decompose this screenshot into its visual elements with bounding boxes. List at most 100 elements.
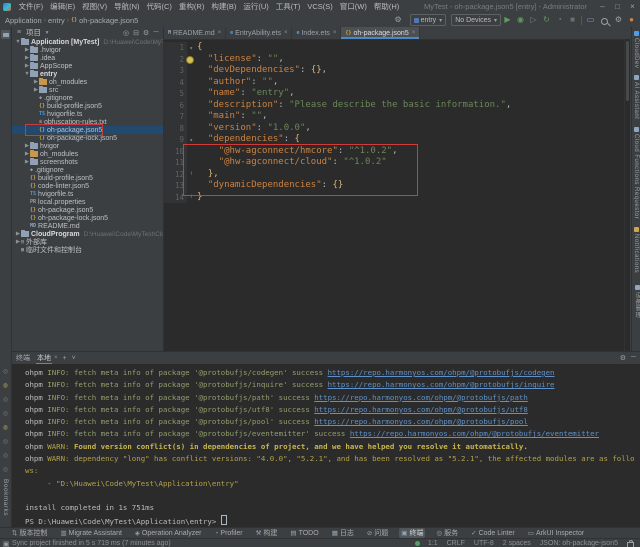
tool-window-button-profiler[interactable]: ◔ Profiler xyxy=(212,528,244,538)
tree-item[interactable]: ▶ oh_modules xyxy=(12,149,163,158)
menu-item[interactable]: 编辑(E) xyxy=(47,1,79,12)
project-panel-title[interactable]: 项目 xyxy=(26,27,41,38)
locate-file-icon[interactable]: ◎ xyxy=(121,29,131,37)
tool-window-button-todo[interactable]: ▤ TODO xyxy=(288,528,320,538)
tree-item[interactable]: ◆ .gitignore xyxy=(12,166,163,174)
tool-window-button-vcs[interactable]: ⇅ 版本控制 xyxy=(10,528,49,538)
attach-debugger-icon[interactable]: ▷ xyxy=(527,13,540,27)
editor-tab[interactable]: e EntryAbility.ets × xyxy=(226,27,293,39)
tree-item[interactable]: {} oh-package.json5 xyxy=(12,206,163,214)
editor-tab[interactable]: M README.md × xyxy=(164,27,227,39)
status-json-schema[interactable]: JSON: oh-package-json5 xyxy=(540,540,618,547)
breadcrumb-item[interactable]: Application xyxy=(5,16,42,25)
terminal-link[interactable]: https://repo.harmonyos.com/ohpm/@protobu… xyxy=(328,380,555,389)
tree-item[interactable]: ▶ oh_modules xyxy=(12,77,163,86)
tree-item[interactable]: MD README.md xyxy=(12,222,163,230)
terminal-settings-icon[interactable]: ⚙ xyxy=(620,354,626,362)
search-everywhere-icon[interactable] xyxy=(601,18,608,25)
tool-window-button-clouddev[interactable]: CloudDev xyxy=(633,31,639,68)
terminal-gutter-icon[interactable]: ◎ xyxy=(2,466,9,473)
tool-window-button-build[interactable]: ⚒ 构建 xyxy=(254,528,280,538)
terminal-gutter-icon[interactable]: ◍ xyxy=(2,382,9,389)
menu-item[interactable]: 运行(U) xyxy=(240,1,272,12)
editor-tab[interactable]: {} oh-package.json5 × xyxy=(341,27,421,39)
close-icon[interactable]: × xyxy=(218,30,222,36)
menu-item[interactable]: VCS(S) xyxy=(304,2,336,11)
tool-window-button-cloud-functions-requestor[interactable]: Cloud Functions Requestor xyxy=(633,127,639,219)
minimize-button[interactable]: – xyxy=(595,2,610,11)
menu-item[interactable]: 文件(F) xyxy=(15,1,47,12)
tool-window-button-migrate[interactable]: ▥ Migrate Assistant xyxy=(58,528,123,538)
tree-item[interactable]: ▶ .hvigor xyxy=(12,45,163,54)
tree-item[interactable]: ▶ screenshots xyxy=(12,157,163,166)
module-selector[interactable]: entry ▾ xyxy=(409,14,447,26)
tool-window-button-linter[interactable]: ✓ Code Linter xyxy=(469,528,517,538)
terminal-link[interactable]: https://repo.harmonyos.com/ohpm/@protobu… xyxy=(314,417,528,426)
tool-window-button-problems[interactable]: ⊘ 问题 xyxy=(365,528,390,538)
terminal-gutter-icon[interactable]: ◎ xyxy=(2,452,9,459)
notifications-icon[interactable]: ● xyxy=(625,13,638,27)
new-session-icon[interactable]: + xyxy=(63,355,67,362)
menu-item[interactable]: 窗口(W) xyxy=(336,1,370,12)
tool-window-button-notifications[interactable]: Notifications xyxy=(633,227,639,273)
menu-item[interactable]: 帮助(H) xyxy=(370,1,402,12)
fold-marker-icon[interactable]: ▾ xyxy=(189,43,193,55)
tree-item[interactable]: {} oh-package-lock.json5 xyxy=(12,214,163,222)
tool-window-toggle-icon[interactable]: ▣ xyxy=(0,540,12,547)
settings-sync-icon[interactable]: ⚙ xyxy=(392,13,405,27)
panel-settings-icon[interactable]: ⚙ xyxy=(141,29,151,37)
tree-item[interactable]: TS hvigorfile.ts xyxy=(12,190,163,198)
bookmarks-stripe-button[interactable]: Bookmarks xyxy=(2,479,9,516)
close-icon[interactable]: × xyxy=(333,30,337,36)
terminal-gutter-icon[interactable]: ◎ xyxy=(2,368,9,375)
project-stripe-button[interactable] xyxy=(1,30,10,39)
collapse-all-icon[interactable]: ⊟ xyxy=(131,29,141,37)
editor-scrollbar[interactable] xyxy=(624,39,630,351)
tree-item[interactable]: ▶ AppScope xyxy=(12,61,163,70)
hide-panel-icon[interactable]: ─ xyxy=(631,354,636,362)
tool-window-button-arkui[interactable]: ▭ ArkUI Inspector xyxy=(526,528,586,538)
terminal-link[interactable]: https://repo.harmonyos.com/ohpm/@protobu… xyxy=(314,393,528,402)
tree-item[interactable]: {} build-profile.json5 xyxy=(12,102,163,110)
terminal-gutter-icon[interactable]: ◎ xyxy=(2,410,9,417)
tree-item[interactable]: ◆ .gitignore xyxy=(12,94,163,102)
tree-item[interactable]: ▦ 临时文件和控制台 xyxy=(12,246,163,255)
close-button[interactable]: × xyxy=(625,2,640,11)
breadcrumb-item[interactable]: entry xyxy=(48,16,65,25)
stop-icon[interactable]: ■ xyxy=(566,13,579,27)
run-icon[interactable]: ▶ xyxy=(501,13,514,27)
status-indent-size[interactable]: 2 spaces xyxy=(503,540,531,547)
maximize-button[interactable]: □ xyxy=(610,2,625,11)
status-caret-position[interactable]: 1:1 xyxy=(428,540,438,547)
menu-item[interactable]: 重构(R) xyxy=(175,1,207,12)
tree-item[interactable]: ▶ hvigor xyxy=(12,141,163,150)
terminal-gutter-icon[interactable]: ◍ xyxy=(2,424,9,431)
terminal-link[interactable]: https://repo.harmonyos.com/ohpm/@protobu… xyxy=(350,429,599,438)
terminal-link[interactable]: https://repo.harmonyos.com/ohpm/@protobu… xyxy=(314,405,528,414)
tree-item[interactable]: {} build-profile.json5 xyxy=(12,174,163,182)
tree-item[interactable]: ▼Application [MyTest]D:\Huawei\Code\MyTe… xyxy=(12,37,163,46)
menu-item[interactable]: 构建(B) xyxy=(208,1,240,12)
tree-item[interactable]: ▼ entry xyxy=(12,69,163,78)
tool-window-button--[interactable]: 设备管理 xyxy=(633,285,640,318)
terminal-output[interactable]: ohpm INFO: fetch meta info of package '@… xyxy=(12,364,640,528)
tool-window-button-terminal[interactable]: ▣ 终端 xyxy=(399,528,426,538)
close-icon[interactable]: × xyxy=(284,30,288,36)
device-manager-icon[interactable]: ▭ xyxy=(584,13,597,27)
tool-window-button-services[interactable]: ◎ 服务 xyxy=(434,528,460,538)
device-selector[interactable]: No Devices ▾ xyxy=(451,14,501,26)
tree-item[interactable]: ▶ .idea xyxy=(12,53,163,62)
menu-item[interactable]: 工具(T) xyxy=(272,1,304,12)
menu-item[interactable]: 导航(N) xyxy=(111,1,143,12)
settings-icon[interactable]: ⚙ xyxy=(612,13,625,27)
tree-item[interactable]: ▶ src xyxy=(12,85,163,94)
close-icon[interactable]: × xyxy=(412,30,416,36)
code-editor[interactable]: 1 ▾{2 "license": "", 3 "devDependencies": … xyxy=(164,40,630,203)
status-line-separator[interactable]: CRLF xyxy=(447,540,465,547)
editor-tab[interactable]: e Index.ets × xyxy=(292,27,342,39)
tree-item[interactable]: TS hvigorfile.ts xyxy=(12,110,163,118)
terminal-link[interactable]: https://repo.harmonyos.com/ohpm/@protobu… xyxy=(328,368,555,377)
status-encoding[interactable]: UTF-8 xyxy=(474,540,494,547)
tree-item[interactable]: {} code-linter.json5 xyxy=(12,182,163,190)
terminal-gutter-icon[interactable]: ◎ xyxy=(2,396,9,403)
